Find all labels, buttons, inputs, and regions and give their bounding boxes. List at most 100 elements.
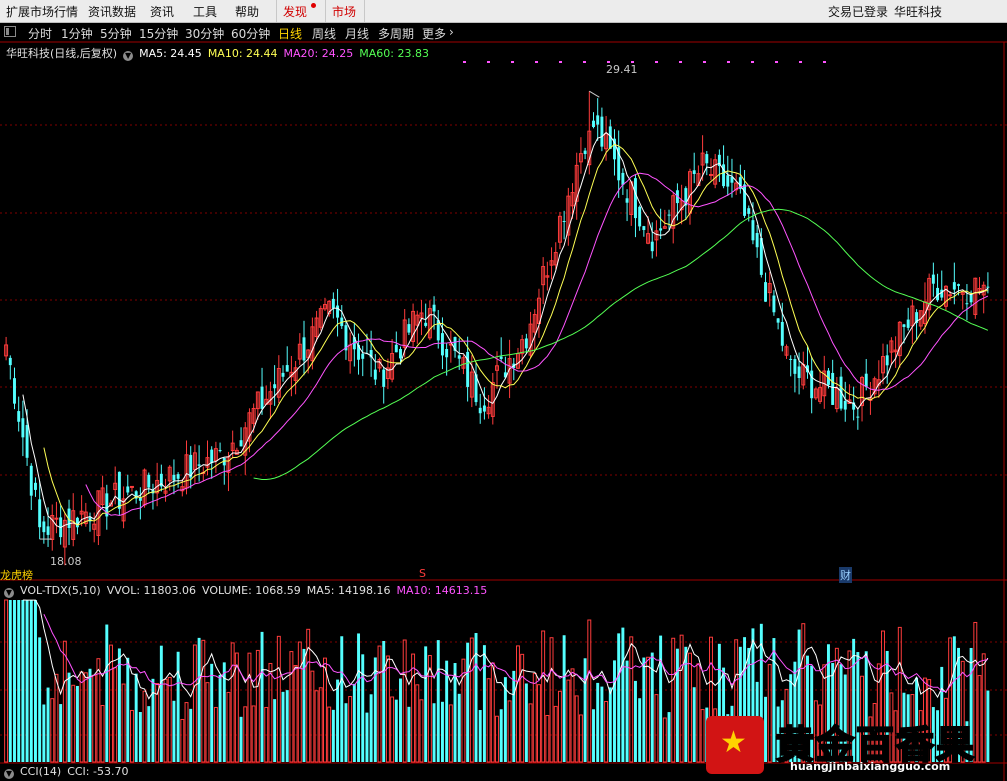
- candle-body: [130, 485, 134, 488]
- candle-body: [592, 120, 595, 128]
- event-dot: [487, 61, 490, 63]
- candle-body: [478, 407, 482, 414]
- logo-box: ★: [706, 716, 764, 774]
- candlestick-chart[interactable]: [0, 0, 1007, 781]
- candle-body: [197, 464, 201, 466]
- volume-bar: [675, 648, 679, 762]
- volume-bar: [226, 691, 231, 763]
- volume-bar: [210, 663, 214, 762]
- candle-body: [600, 116, 604, 147]
- candle-body: [499, 356, 503, 359]
- volume-bar: [512, 670, 516, 762]
- volume-bar: [457, 693, 461, 762]
- event-dot: [799, 61, 802, 63]
- volume-bar: [163, 678, 168, 763]
- volume-bar: [25, 600, 29, 762]
- volume-bar: [151, 678, 155, 762]
- volume-bar: [289, 651, 294, 763]
- volume-bar: [50, 698, 55, 763]
- volume-bar: [377, 645, 382, 763]
- candle-body: [864, 373, 868, 387]
- volume-bar: [147, 706, 151, 762]
- volume-bar: [402, 639, 407, 763]
- candle-body: [361, 353, 365, 359]
- candle-body: [218, 450, 222, 452]
- volume-bar: [654, 694, 659, 763]
- volume-bar: [17, 600, 21, 762]
- volume-bar: [570, 668, 575, 763]
- candle-body: [856, 416, 860, 418]
- volume-bar: [340, 636, 344, 762]
- candle-body: [621, 172, 625, 185]
- finance-marker[interactable]: 财: [839, 567, 852, 583]
- event-dot: [463, 61, 466, 63]
- candle-body: [789, 358, 793, 360]
- dropdown-circle-icon[interactable]: ▼: [4, 588, 14, 598]
- volume-bar: [399, 678, 402, 762]
- volume-bar: [273, 699, 277, 762]
- candle-body: [772, 295, 776, 313]
- candle-body: [373, 369, 377, 380]
- volume-bar: [42, 704, 46, 762]
- candle-body: [667, 214, 671, 216]
- candle-body: [524, 338, 528, 349]
- volume-bar: [344, 703, 348, 762]
- candle-body: [147, 474, 151, 488]
- candle-body: [986, 286, 990, 288]
- lhb-marker[interactable]: 龙虎榜: [0, 567, 33, 583]
- volume-bar: [38, 637, 42, 762]
- legend-ma20: MA20: 24.25: [283, 47, 354, 60]
- candle-body: [709, 173, 713, 176]
- event-dot: [535, 61, 538, 63]
- volume-bar: [205, 682, 210, 763]
- volume-bar: [667, 712, 671, 762]
- volume-bar: [197, 637, 201, 762]
- candle-body: [336, 305, 340, 318]
- candle-body: [42, 521, 46, 533]
- candle-body: [952, 282, 956, 290]
- volume-bar: [692, 687, 696, 762]
- volume-bar: [67, 672, 71, 762]
- volume-bar: [105, 624, 109, 762]
- volume-bar: [373, 657, 377, 762]
- candle-body: [596, 115, 600, 125]
- volume-bar: [352, 683, 356, 762]
- candle-body: [126, 486, 130, 493]
- volume-bar: [587, 619, 592, 763]
- volume-bar: [528, 703, 533, 763]
- volume-bar: [436, 640, 440, 762]
- candle-body: [239, 440, 243, 447]
- volume-bar: [336, 679, 340, 762]
- s-marker[interactable]: S: [419, 567, 426, 580]
- candle-body: [692, 170, 696, 174]
- event-dot: [679, 61, 682, 63]
- vol-indicator-name: VOL-TDX(5,10): [20, 584, 101, 597]
- candle-body: [755, 233, 759, 248]
- volume-bar: [46, 687, 50, 762]
- volume-bar: [415, 684, 420, 763]
- dropdown-circle-icon[interactable]: ▼: [123, 51, 134, 61]
- volume-bar: [348, 696, 353, 763]
- event-dot: [727, 61, 730, 63]
- volume-bar: [172, 700, 176, 762]
- volume-bar: [562, 635, 566, 762]
- candle-body: [25, 425, 29, 458]
- event-dot: [511, 61, 514, 63]
- volume-bar: [385, 655, 390, 763]
- volume-bar: [201, 639, 206, 763]
- volume-bar: [92, 674, 97, 763]
- volume-bar: [8, 600, 12, 762]
- volume-bar: [357, 633, 361, 762]
- ma5-line: [22, 131, 989, 529]
- volume-bar: [532, 672, 537, 763]
- volume-bar: [323, 657, 327, 763]
- candle-body: [285, 365, 289, 372]
- candle-body: [33, 482, 37, 490]
- volume-bar: [566, 679, 571, 763]
- volume-bar: [469, 637, 474, 763]
- candle-body: [172, 474, 176, 481]
- cci-legend: ▼ CCI(14) CCI: -53.70: [4, 765, 134, 779]
- volume-bar: [638, 698, 642, 762]
- candle-body: [331, 298, 335, 309]
- dropdown-circle-icon[interactable]: ▼: [4, 769, 14, 779]
